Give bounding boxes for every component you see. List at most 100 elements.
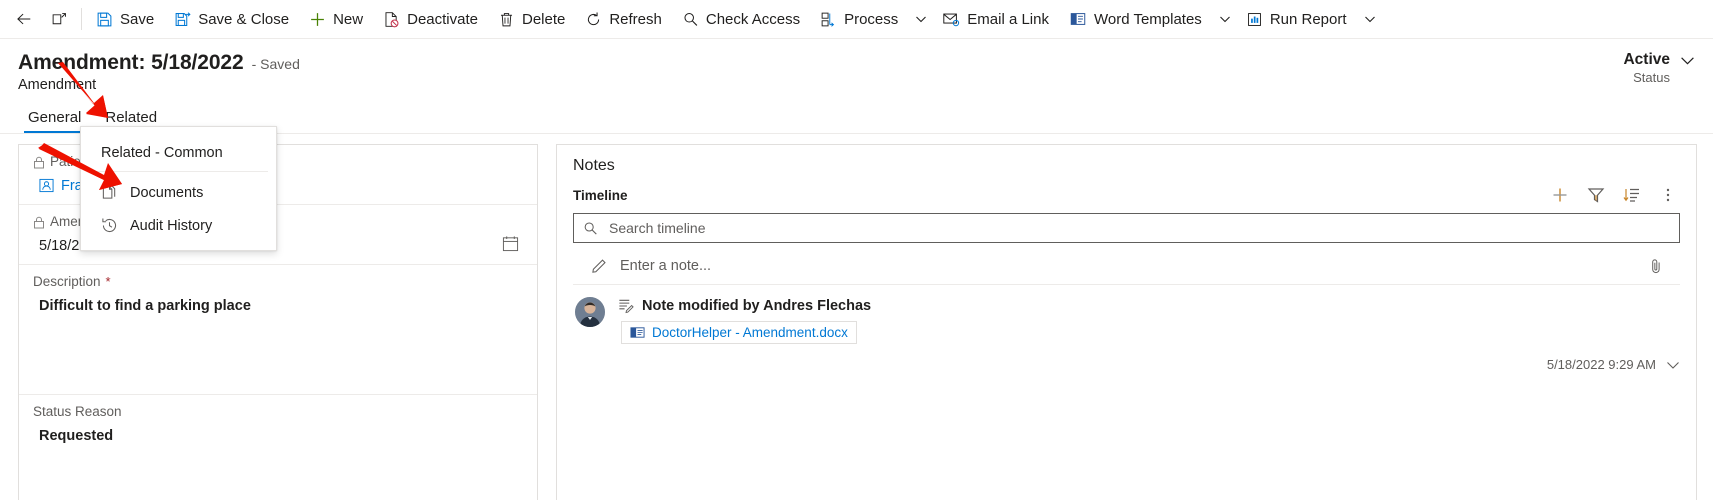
lock-icon xyxy=(33,216,45,229)
command-bar-divider xyxy=(81,8,82,30)
timeline-item-headline: Note modified by Andres Flechas xyxy=(617,297,1680,314)
refresh-icon xyxy=(585,11,602,28)
flyout-item-audit-history[interactable]: Audit History xyxy=(81,209,276,242)
status-chevron-down-icon[interactable] xyxy=(1680,53,1695,68)
tab-related-label: Related xyxy=(105,109,158,126)
field-description-value[interactable]: Difficult to find a parking place xyxy=(33,292,523,316)
timeline-attachment-name: DoctorHelper - Amendment.docx xyxy=(652,325,848,340)
timeline-more-vertical-icon[interactable] xyxy=(1658,185,1678,205)
refresh-button-label: Refresh xyxy=(609,10,662,28)
status-block[interactable]: Active Status xyxy=(1623,51,1695,85)
flyout-header-label: Related - Common xyxy=(89,133,268,172)
trash-icon xyxy=(498,11,515,28)
saved-state-label: - Saved xyxy=(251,56,300,72)
status-value: Active xyxy=(1623,51,1670,68)
tab-general-label: General xyxy=(28,109,82,126)
field-description-label: Description xyxy=(33,273,101,289)
email-a-link-button[interactable]: Email a Link xyxy=(932,3,1059,36)
record-header: Amendment: 5/18/2022 - Saved Amendment A… xyxy=(0,39,1713,101)
attach-file-icon[interactable] xyxy=(1648,258,1664,274)
documents-icon xyxy=(101,184,118,201)
report-icon xyxy=(1246,11,1263,28)
back-arrow-icon xyxy=(15,10,33,28)
timeline-search-box[interactable] xyxy=(573,213,1680,243)
history-icon xyxy=(101,217,118,234)
timeline-label: Timeline xyxy=(573,187,628,203)
timeline-sort-icon[interactable] xyxy=(1622,185,1642,205)
open-in-new-window-button[interactable] xyxy=(42,3,77,36)
timeline-item-footer: 5/18/2022 9:29 AM xyxy=(557,349,1696,372)
field-status-reason-label: Status Reason xyxy=(33,403,122,419)
timeline-search-input[interactable] xyxy=(607,219,1670,237)
save-and-close-label: Save & Close xyxy=(198,10,290,28)
notes-section-title: Notes xyxy=(573,157,615,174)
run-report-chevron-down-icon[interactable] xyxy=(1359,4,1381,34)
status-text: Active Status xyxy=(1623,51,1670,85)
refresh-button[interactable]: Refresh xyxy=(575,3,672,36)
process-button-label: Process xyxy=(844,10,899,28)
word-icon xyxy=(1069,10,1087,28)
delete-button-label: Delete xyxy=(521,10,566,28)
status-field-label: Status xyxy=(1633,69,1670,85)
timeline-item: Note modified by Andres Flechas DoctorHe… xyxy=(557,285,1696,349)
notes-panel: Notes Timeline Search timeline Enter a n… xyxy=(556,144,1697,500)
save-button-label: Save xyxy=(120,10,155,28)
timeline-attachment-chip[interactable]: DoctorHelper - Amendment.docx xyxy=(621,321,857,344)
timeline-filter-icon[interactable] xyxy=(1586,185,1606,205)
run-report-label: Run Report xyxy=(1269,10,1347,28)
timeline-actions xyxy=(1550,185,1682,205)
field-status-reason-label-row: Status Reason xyxy=(33,403,523,422)
check-access-button[interactable]: Check Access xyxy=(672,3,810,36)
contact-icon xyxy=(39,178,54,193)
search-icon xyxy=(583,221,598,236)
save-and-close-button[interactable]: Save & Close xyxy=(164,3,299,36)
related-flyout-menu: Related - Common Documents Audit History xyxy=(80,126,277,251)
deactivate-button-label: Deactivate xyxy=(407,10,478,28)
timeline-item-timestamp: 5/18/2022 9:29 AM xyxy=(1546,357,1656,372)
flyout-item-documents-label: Documents xyxy=(130,184,204,201)
page-title: Amendment: 5/18/2022 xyxy=(18,51,244,74)
save-button[interactable]: Save xyxy=(86,3,164,36)
magnifier-icon xyxy=(682,11,699,28)
timeline-header-row: Timeline xyxy=(557,175,1696,209)
process-icon xyxy=(820,11,837,28)
deactivate-icon xyxy=(383,11,400,28)
command-bar: Save Save & Close New Deactivate Delete … xyxy=(0,0,1713,39)
plus-icon xyxy=(309,11,326,28)
process-chevron-down-icon[interactable] xyxy=(910,4,932,34)
timeline-item-title: Note modified by Andres Flechas xyxy=(642,297,872,314)
flyout-item-documents[interactable]: Documents xyxy=(81,176,276,209)
delete-button[interactable]: Delete xyxy=(488,3,575,36)
word-templates-button[interactable]: Word Templates xyxy=(1059,3,1212,36)
timeline-create-record-plus-icon[interactable] xyxy=(1550,185,1570,205)
save-icon xyxy=(96,11,113,28)
title-row: Amendment: 5/18/2022 - Saved xyxy=(18,51,1713,75)
timeline-item-content: Note modified by Andres Flechas DoctorHe… xyxy=(617,297,1680,345)
word-templates-label: Word Templates xyxy=(1093,10,1202,28)
field-status-reason: Status Reason Requested xyxy=(19,395,537,454)
process-button[interactable]: Process xyxy=(810,3,908,36)
word-templates-chevron-down-icon[interactable] xyxy=(1214,4,1236,34)
email-a-link-label: Email a Link xyxy=(967,10,1049,28)
field-status-reason-value[interactable]: Requested xyxy=(33,422,523,446)
timeline-search-wrapper xyxy=(557,209,1696,243)
word-document-icon xyxy=(630,325,645,340)
run-report-button[interactable]: Run Report xyxy=(1236,3,1357,36)
required-indicator: * xyxy=(105,274,111,290)
timeline-item-chevron-down-icon[interactable] xyxy=(1666,358,1680,372)
back-button[interactable] xyxy=(6,3,42,36)
popout-icon xyxy=(51,11,68,28)
notes-header: Notes xyxy=(557,145,1696,175)
new-button[interactable]: New xyxy=(299,3,373,36)
save-close-icon xyxy=(174,11,191,28)
note-entry-row[interactable]: Enter a note... xyxy=(573,247,1680,285)
lock-icon xyxy=(33,156,45,169)
field-description: Description * Difficult to find a parking… xyxy=(19,265,537,395)
email-icon xyxy=(942,10,960,28)
dynamics-form-page: Save Save & Close New Deactivate Delete … xyxy=(0,0,1713,500)
note-entry-placeholder: Enter a note... xyxy=(620,257,712,274)
deactivate-button[interactable]: Deactivate xyxy=(373,3,488,36)
pencil-icon xyxy=(591,257,608,274)
calendar-icon[interactable] xyxy=(502,235,523,252)
avatar xyxy=(575,297,605,327)
